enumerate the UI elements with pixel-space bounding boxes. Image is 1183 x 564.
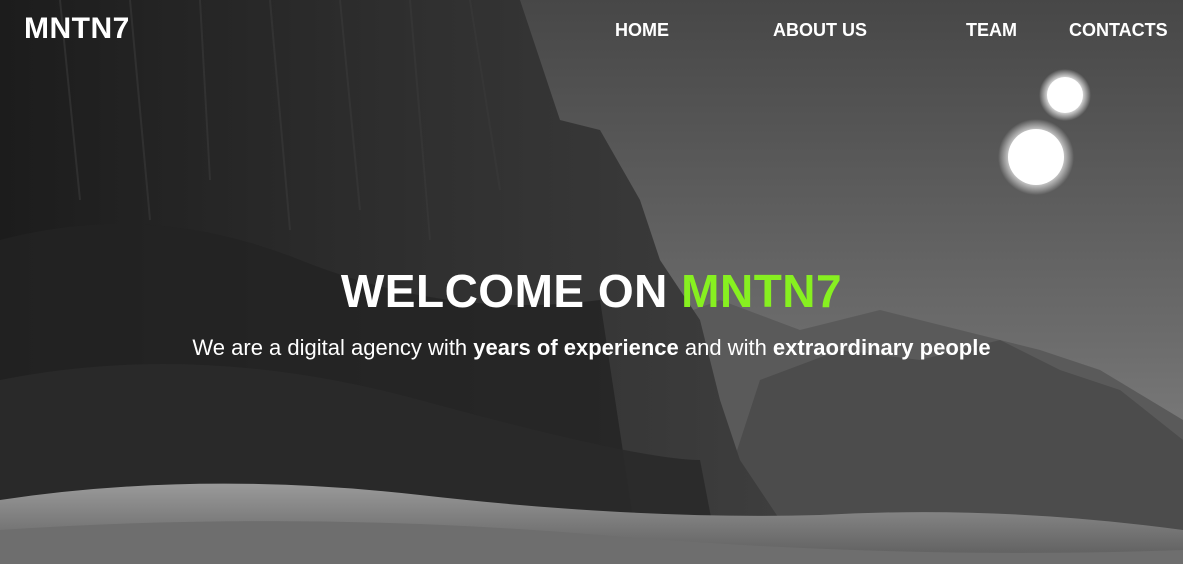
nav-item-home[interactable]: HOME [615, 20, 669, 41]
nav-item-contacts[interactable]: CONTACTS [1069, 20, 1168, 41]
tagline-text-1: We are a digital agency with [192, 335, 474, 360]
tagline-bold-1: years of experience [473, 335, 679, 360]
tagline-bold-2: extraordinary people [772, 335, 991, 360]
hero-heading-accent: MNTN7 [681, 265, 843, 317]
hero-section: MNTN7 HOME ABOUT US TEAM CONTACTS WELCOM… [0, 0, 1183, 564]
nav-item-team[interactable]: TEAM [966, 20, 1017, 41]
hero-tagline: We are a digital agency with years of ex… [0, 335, 1183, 361]
hero-heading-prefix: WELCOME ON [340, 265, 682, 317]
main-navigation: HOME ABOUT US TEAM CONTACTS [0, 20, 1183, 44]
tagline-text-2: and with [678, 335, 773, 360]
hero-heading: WELCOME ON MNTN7 [0, 264, 1183, 318]
nav-item-about-us[interactable]: ABOUT US [773, 20, 867, 41]
